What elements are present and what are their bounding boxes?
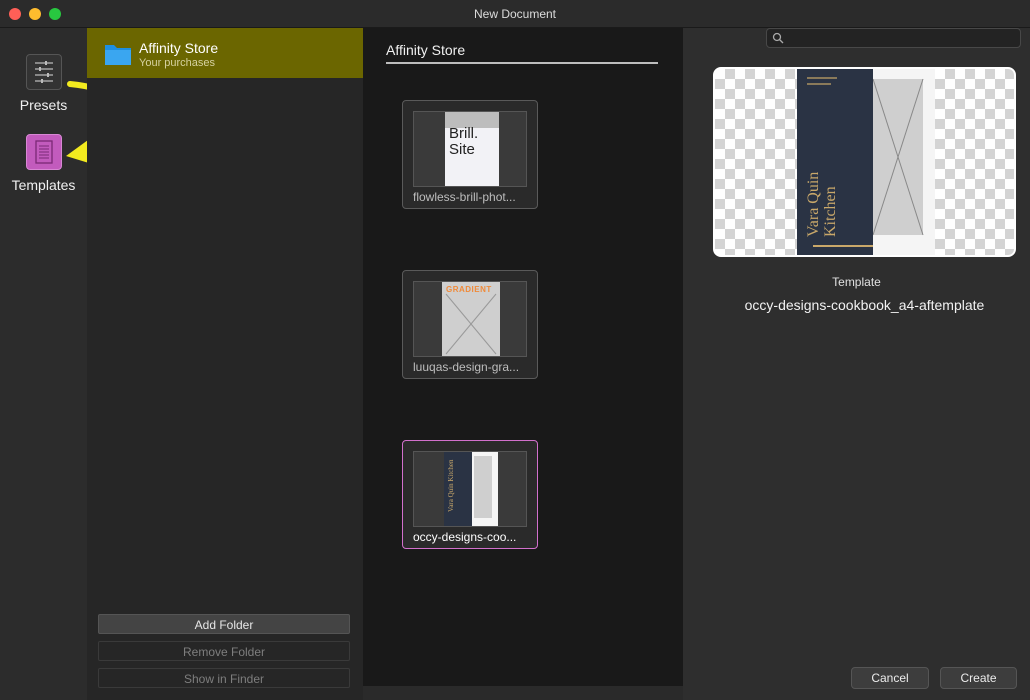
- template-icon: [25, 134, 62, 170]
- cover-title-line: Vara Quin: [805, 171, 822, 237]
- template-label: occy-designs-coo...: [413, 530, 517, 544]
- template-label: luuqas-design-gra...: [413, 360, 520, 374]
- folder-list-panel: Affinity Store Your purchases Add Folder…: [87, 28, 363, 700]
- template-label: flowless-brill-phot...: [413, 190, 516, 204]
- thumb-text: Vara Quin Kitchen: [447, 459, 455, 512]
- thumb-text: Site: [449, 141, 475, 158]
- cover-title: Vara Quin Kitchen: [805, 172, 839, 237]
- search-icon: [772, 32, 784, 44]
- add-folder-button[interactable]: Add Folder: [98, 614, 350, 634]
- category-presets[interactable]: Presets: [0, 54, 87, 113]
- grid-title: Affinity Store: [386, 42, 466, 58]
- grid-title-underline: [386, 62, 658, 64]
- template-grid: Affinity Store Brill. Site flowless-bril…: [363, 28, 697, 700]
- folder-icon: [105, 45, 131, 65]
- thumb-text: GRADIENT: [446, 285, 492, 294]
- category-sidebar: Presets Templates: [0, 28, 87, 700]
- folder-item-affinity-store[interactable]: Affinity Store Your purchases: [87, 28, 363, 78]
- horizontal-scrollbar[interactable]: [363, 686, 697, 700]
- template-preview-image: Brill. Site: [413, 111, 527, 187]
- template-preview: Vara Quin Kitchen: [713, 67, 1016, 257]
- preview-name: occy-designs-cookbook_a4-aftemplate: [744, 297, 985, 313]
- category-label: Presets: [19, 97, 68, 113]
- category-templates[interactable]: Templates: [0, 134, 87, 193]
- cover-page: [873, 69, 935, 255]
- folder-subtitle: Your purchases: [139, 57, 216, 69]
- search-field[interactable]: [766, 28, 1021, 48]
- window-title: New Document: [473, 7, 557, 21]
- template-preview-image: Vara Quin Kitchen: [413, 451, 527, 527]
- cover-panel: Vara Quin Kitchen: [797, 69, 919, 255]
- template-thumbnail[interactable]: GRADIENT luuqas-design-gra...: [402, 270, 538, 379]
- thumb-text: Brill.: [449, 125, 479, 142]
- preview-kind: Template: [832, 275, 881, 289]
- sliders-icon: [25, 54, 62, 90]
- create-button[interactable]: Create: [940, 667, 1017, 689]
- folder-name: Affinity Store: [139, 40, 219, 56]
- category-label: Templates: [11, 177, 76, 193]
- template-thumbnail-selected[interactable]: Vara Quin Kitchen occy-designs-coo...: [402, 440, 538, 549]
- cover-title-line: Kitchen: [822, 186, 839, 237]
- preview-panel: Vara Quin Kitchen Template occy-designs-…: [683, 28, 1030, 700]
- search-input[interactable]: [787, 29, 1015, 47]
- cancel-button[interactable]: Cancel: [851, 667, 929, 689]
- remove-folder-button[interactable]: Remove Folder: [98, 641, 350, 661]
- template-thumbnail[interactable]: Brill. Site flowless-brill-phot...: [402, 100, 538, 209]
- template-preview-image: GRADIENT: [413, 281, 527, 357]
- title-bar: New Document: [0, 0, 1030, 28]
- show-in-finder-button[interactable]: Show in Finder: [98, 668, 350, 688]
